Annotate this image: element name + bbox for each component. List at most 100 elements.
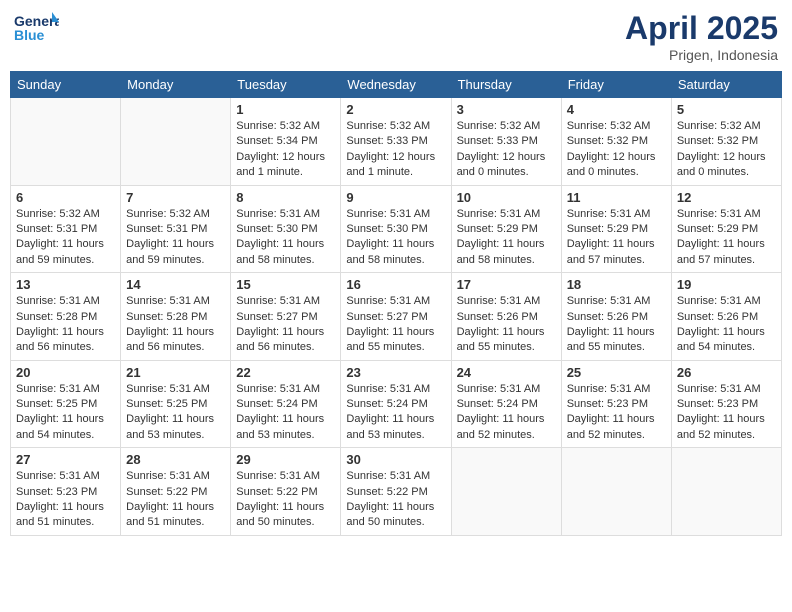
- calendar-week-4: 20 Sunrise: 5:31 AMSunset: 5:25 PMDayligh…: [11, 360, 782, 448]
- day-number: 19: [677, 277, 776, 292]
- day-number: 5: [677, 102, 776, 117]
- calendar-cell: 23Sunrise: 5:31 AMSunset: 5:24 PMDayligh…: [341, 360, 451, 448]
- cell-info: Sunrise: 5:31 AMSunset: 5:29 PMDaylight:…: [677, 207, 776, 269]
- day-number: 9: [346, 190, 445, 205]
- cell-info: Sunrise: 5:32 AMSunset: 5:31 PMDaylight:…: [126, 207, 225, 269]
- calendar-cell: 17 Sunrise: 5:31 AMSunset: 5:26 PMDayligh…: [451, 273, 561, 361]
- logo-icon: General Blue: [14, 10, 54, 45]
- calendar-cell: [561, 448, 671, 536]
- calendar-week-1: 1 Sunrise: 5:32 AMSunset: 5:34 PMDaylight…: [11, 98, 782, 186]
- month-year: April 2025: [625, 10, 778, 47]
- cell-info: Sunrise: 5:31 AMSunset: 5:24 PMDaylight:…: [457, 382, 556, 444]
- day-number: 12: [677, 190, 776, 205]
- day-number: 2: [346, 102, 445, 117]
- day-number: 6: [16, 190, 115, 205]
- cell-info: Sunrise: 5:32 AMSunset: 5:33 PMDaylight:…: [346, 119, 445, 181]
- calendar-cell: 10 Sunrise: 5:31 AMSunset: 5:29 PMDayligh…: [451, 185, 561, 273]
- calendar-cell: 22 Sunrise: 5:31 AMSunset: 5:24 PMDayligh…: [231, 360, 341, 448]
- day-number: 26: [677, 365, 776, 380]
- calendar-week-3: 13 Sunrise: 5:31 AMSunset: 5:28 PMDayligh…: [11, 273, 782, 361]
- cell-info: Sunrise: 5:31 AMSunset: 5:23 PMDaylight:…: [677, 382, 776, 444]
- day-number: 7: [126, 190, 225, 205]
- weekday-header-monday: Monday: [121, 72, 231, 98]
- day-number: 15: [236, 277, 335, 292]
- cell-info: Sunrise: 5:31 AMSunset: 5:25 PMDaylight:…: [126, 382, 225, 444]
- cell-info: Sunrise: 5:31 AMSunset: 5:29 PMDaylight:…: [567, 207, 666, 269]
- calendar-cell: 3 Sunrise: 5:32 AMSunset: 5:33 PMDaylight…: [451, 98, 561, 186]
- cell-info: Sunrise: 5:31 AMSunset: 5:25 PMDaylight:…: [16, 382, 115, 444]
- calendar-cell: 15 Sunrise: 5:31 AMSunset: 5:27 PMDayligh…: [231, 273, 341, 361]
- day-number: 21: [126, 365, 225, 380]
- calendar-cell: 29Sunrise: 5:31 AMSunset: 5:22 PMDayligh…: [231, 448, 341, 536]
- cell-info: Sunrise: 5:31 AMSunset: 5:28 PMDaylight:…: [126, 294, 225, 356]
- cell-info: Sunrise: 5:32 AMSunset: 5:31 PMDaylight:…: [16, 207, 115, 269]
- weekday-header-friday: Friday: [561, 72, 671, 98]
- calendar-week-5: 27 Sunrise: 5:31 AMSunset: 5:23 PMDayligh…: [11, 448, 782, 536]
- cell-info: Sunrise: 5:31 AMSunset: 5:28 PMDaylight:…: [16, 294, 115, 356]
- calendar-cell: 18 Sunrise: 5:31 AMSunset: 5:26 PMDayligh…: [561, 273, 671, 361]
- calendar-cell: 1 Sunrise: 5:32 AMSunset: 5:34 PMDaylight…: [231, 98, 341, 186]
- day-number: 29: [236, 452, 335, 467]
- calendar-cell: [11, 98, 121, 186]
- calendar-cell: 13 Sunrise: 5:31 AMSunset: 5:28 PMDayligh…: [11, 273, 121, 361]
- location: Prigen, Indonesia: [625, 47, 778, 63]
- cell-info: Sunrise: 5:31 AMSunset: 5:29 PMDaylight:…: [457, 207, 556, 269]
- day-number: 3: [457, 102, 556, 117]
- cell-info: Sunrise: 5:31 AMSunset: 5:22 PMDaylight:…: [126, 469, 225, 531]
- calendar-cell: 25 Sunrise: 5:31 AMSunset: 5:23 PMDayligh…: [561, 360, 671, 448]
- day-number: 24: [457, 365, 556, 380]
- cell-info: Sunrise: 5:32 AMSunset: 5:33 PMDaylight:…: [457, 119, 556, 181]
- calendar-cell: 20 Sunrise: 5:31 AMSunset: 5:25 PMDayligh…: [11, 360, 121, 448]
- calendar-cell: 7 Sunrise: 5:32 AMSunset: 5:31 PMDaylight…: [121, 185, 231, 273]
- day-number: 22: [236, 365, 335, 380]
- day-number: 10: [457, 190, 556, 205]
- calendar-cell: [451, 448, 561, 536]
- cell-info: Sunrise: 5:31 AMSunset: 5:30 PMDaylight:…: [346, 207, 445, 269]
- weekday-header-tuesday: Tuesday: [231, 72, 341, 98]
- cell-info: Sunrise: 5:31 AMSunset: 5:26 PMDaylight:…: [567, 294, 666, 356]
- calendar-table: SundayMondayTuesdayWednesdayThursdayFrid…: [10, 71, 782, 536]
- calendar-cell: 8 Sunrise: 5:31 AMSunset: 5:30 PMDaylight…: [231, 185, 341, 273]
- day-number: 1: [236, 102, 335, 117]
- day-number: 27: [16, 452, 115, 467]
- calendar-cell: 30Sunrise: 5:31 AMSunset: 5:22 PMDayligh…: [341, 448, 451, 536]
- day-number: 17: [457, 277, 556, 292]
- day-number: 8: [236, 190, 335, 205]
- cell-info: Sunrise: 5:31 AMSunset: 5:30 PMDaylight:…: [236, 207, 335, 269]
- cell-info: Sunrise: 5:31 AMSunset: 5:26 PMDaylight:…: [677, 294, 776, 356]
- calendar-cell: 12 Sunrise: 5:31 AMSunset: 5:29 PMDayligh…: [671, 185, 781, 273]
- calendar-cell: 6 Sunrise: 5:32 AMSunset: 5:31 PMDaylight…: [11, 185, 121, 273]
- cell-info: Sunrise: 5:31 AMSunset: 5:27 PMDaylight:…: [236, 294, 335, 356]
- cell-info: Sunrise: 5:32 AMSunset: 5:34 PMDaylight:…: [236, 119, 335, 181]
- calendar-cell: 16Sunrise: 5:31 AMSunset: 5:27 PMDayligh…: [341, 273, 451, 361]
- cell-info: Sunrise: 5:31 AMSunset: 5:23 PMDaylight:…: [16, 469, 115, 531]
- svg-text:Blue: Blue: [14, 27, 45, 43]
- day-number: 20: [16, 365, 115, 380]
- calendar-cell: 2 Sunrise: 5:32 AMSunset: 5:33 PMDaylight…: [341, 98, 451, 186]
- title-block: April 2025 Prigen, Indonesia: [625, 10, 778, 63]
- cell-info: Sunrise: 5:31 AMSunset: 5:24 PMDaylight:…: [236, 382, 335, 444]
- day-number: 25: [567, 365, 666, 380]
- cell-info: Sunrise: 5:31 AMSunset: 5:26 PMDaylight:…: [457, 294, 556, 356]
- calendar-cell: 21 Sunrise: 5:31 AMSunset: 5:25 PMDayligh…: [121, 360, 231, 448]
- weekday-header-sunday: Sunday: [11, 72, 121, 98]
- cell-info: Sunrise: 5:32 AMSunset: 5:32 PMDaylight:…: [567, 119, 666, 181]
- logo: General Blue: [14, 10, 56, 45]
- day-number: 28: [126, 452, 225, 467]
- weekday-header-wednesday: Wednesday: [341, 72, 451, 98]
- calendar-cell: 19 Sunrise: 5:31 AMSunset: 5:26 PMDayligh…: [671, 273, 781, 361]
- day-number: 16: [346, 277, 445, 292]
- weekday-header-thursday: Thursday: [451, 72, 561, 98]
- cell-info: Sunrise: 5:31 AMSunset: 5:23 PMDaylight:…: [567, 382, 666, 444]
- calendar-cell: 9 Sunrise: 5:31 AMSunset: 5:30 PMDaylight…: [341, 185, 451, 273]
- calendar-cell: 11 Sunrise: 5:31 AMSunset: 5:29 PMDayligh…: [561, 185, 671, 273]
- cell-info: Sunrise: 5:32 AMSunset: 5:32 PMDaylight:…: [677, 119, 776, 181]
- page-header: General Blue April 2025 Prigen, Indonesi…: [10, 10, 782, 63]
- day-number: 4: [567, 102, 666, 117]
- day-number: 14: [126, 277, 225, 292]
- day-number: 11: [567, 190, 666, 205]
- calendar-cell: 28 Sunrise: 5:31 AMSunset: 5:22 PMDayligh…: [121, 448, 231, 536]
- day-number: 13: [16, 277, 115, 292]
- day-number: 18: [567, 277, 666, 292]
- day-number: 30: [346, 452, 445, 467]
